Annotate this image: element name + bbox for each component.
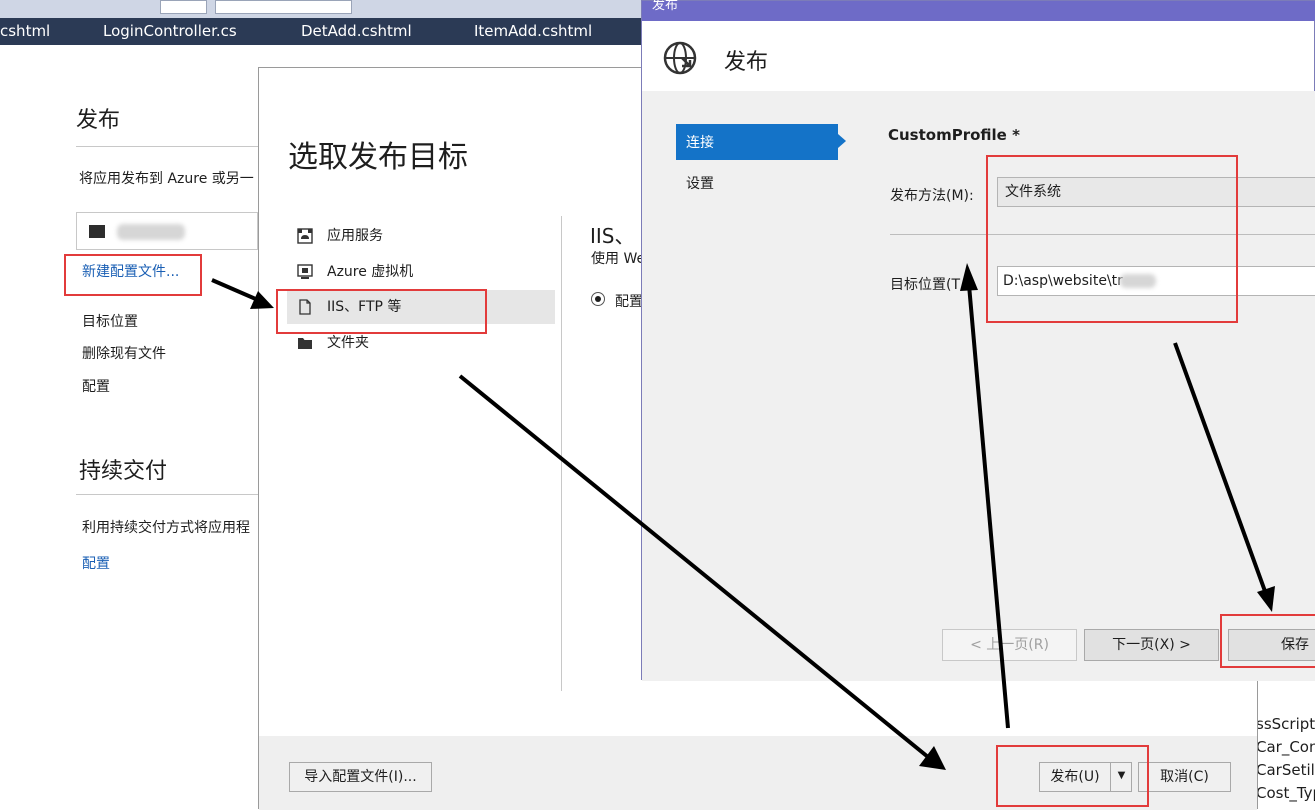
publish-split-button[interactable]: 发布(U) ▼: [1039, 762, 1132, 792]
code-editor-fragment: ssScript Car_Cont CarSetile Cost_Typ: [1256, 680, 1315, 809]
redacted-profile-name: [117, 224, 185, 240]
tab-cshtml[interactable]: cshtml: [0, 18, 50, 45]
continuous-delivery-description: 利用持续交付方式将应用程: [82, 520, 250, 536]
publish-page-title: 发布: [76, 108, 121, 133]
publish-description: 将应用发布到 Azure 或另一: [79, 171, 254, 187]
target-location-label: 目标位置(T: [890, 277, 961, 293]
nav-item-connection[interactable]: 连接: [676, 124, 838, 160]
target-label: IIS、FTP 等: [327, 299, 402, 315]
window-titlebar: 发布: [642, 0, 1315, 21]
target-location-input[interactable]: D:\asp\website\tr: [997, 266, 1315, 296]
app-service-icon: [297, 228, 313, 244]
virtual-machine-icon: [297, 264, 313, 279]
arrow-line: [211, 278, 259, 302]
divider: [76, 494, 258, 495]
configure-radio-label: 配置: [615, 294, 643, 310]
tab-det-add[interactable]: DetAdd.cshtml: [301, 18, 412, 45]
target-label: 文件夹: [327, 335, 369, 351]
folder-icon: [89, 225, 105, 238]
nav-label: 连接: [686, 135, 714, 151]
target-detail-title: IIS、: [590, 224, 635, 248]
nav-item-settings[interactable]: 设置: [686, 173, 714, 193]
tab-item-add[interactable]: ItemAdd.cshtml: [474, 18, 592, 45]
folder-icon: [298, 338, 312, 349]
publish-method-label: 发布方法(M):: [890, 188, 974, 204]
configure-radio[interactable]: [591, 292, 605, 306]
publish-profile-dialog: 发布 发布 连接 设置 CustomProfile * 发布方法(M): 文件系…: [641, 0, 1315, 681]
code-line: ssScript: [1256, 715, 1315, 733]
previous-button[interactable]: < 上一页(R): [942, 629, 1077, 661]
profile-selector[interactable]: [76, 212, 258, 250]
target-detail-description: 使用 We: [591, 251, 646, 267]
publish-button-label[interactable]: 发布(U): [1040, 763, 1110, 791]
continuous-delivery-title: 持续交付: [79, 459, 168, 484]
import-profile-button[interactable]: 导入配置文件(I)...: [289, 762, 432, 792]
target-app-service[interactable]: 应用服务: [287, 219, 555, 253]
dialog-title: 选取发布目标: [288, 140, 468, 175]
next-button[interactable]: 下一页(X) >: [1084, 629, 1219, 661]
target-label: 应用服务: [327, 228, 383, 244]
continuous-delivery-configure-link[interactable]: 配置: [82, 553, 110, 573]
target-location-label: 目标位置: [82, 314, 138, 330]
save-button[interactable]: 保存: [1228, 629, 1315, 661]
code-line: CarSetile: [1256, 761, 1315, 779]
toolbar-combo[interactable]: [215, 0, 352, 14]
target-location-value: D:\asp\website\tr: [1003, 273, 1123, 289]
file-icon: [299, 299, 311, 315]
tab-login-controller[interactable]: LoginController.cs: [103, 18, 237, 45]
redacted-path: [1120, 274, 1156, 288]
chevron-down-icon[interactable]: ▼: [1111, 763, 1132, 791]
divider: [561, 216, 562, 691]
target-label: Azure 虚拟机: [327, 264, 414, 280]
cancel-button[interactable]: 取消(C): [1138, 762, 1231, 792]
toolbar-combo[interactable]: [160, 0, 207, 14]
delete-existing-files-label: 删除现有文件: [82, 346, 166, 362]
configuration-label: 配置: [82, 379, 110, 395]
new-profile-link[interactable]: 新建配置文件...: [82, 261, 179, 281]
code-line: Cost_Typ: [1256, 784, 1315, 802]
target-iis-ftp[interactable]: IIS、FTP 等: [287, 290, 555, 324]
divider: [76, 146, 258, 147]
window-title: 发布: [652, 0, 679, 13]
profile-name: CustomProfile *: [888, 126, 1020, 144]
target-folder[interactable]: 文件夹: [287, 326, 555, 360]
globe-icon: [663, 41, 697, 75]
dialog-header-title: 发布: [724, 50, 769, 75]
divider: [890, 234, 1315, 235]
publish-method-select[interactable]: 文件系统: [997, 177, 1315, 207]
dialog-body: 连接 设置 CustomProfile * 发布方法(M): 文件系统 目标位置…: [642, 91, 1315, 681]
nav-pointer: [838, 134, 846, 148]
target-azure-vm[interactable]: Azure 虚拟机: [287, 255, 555, 289]
toolbar-area: [365, 0, 605, 12]
code-line: Car_Cont: [1256, 738, 1315, 756]
